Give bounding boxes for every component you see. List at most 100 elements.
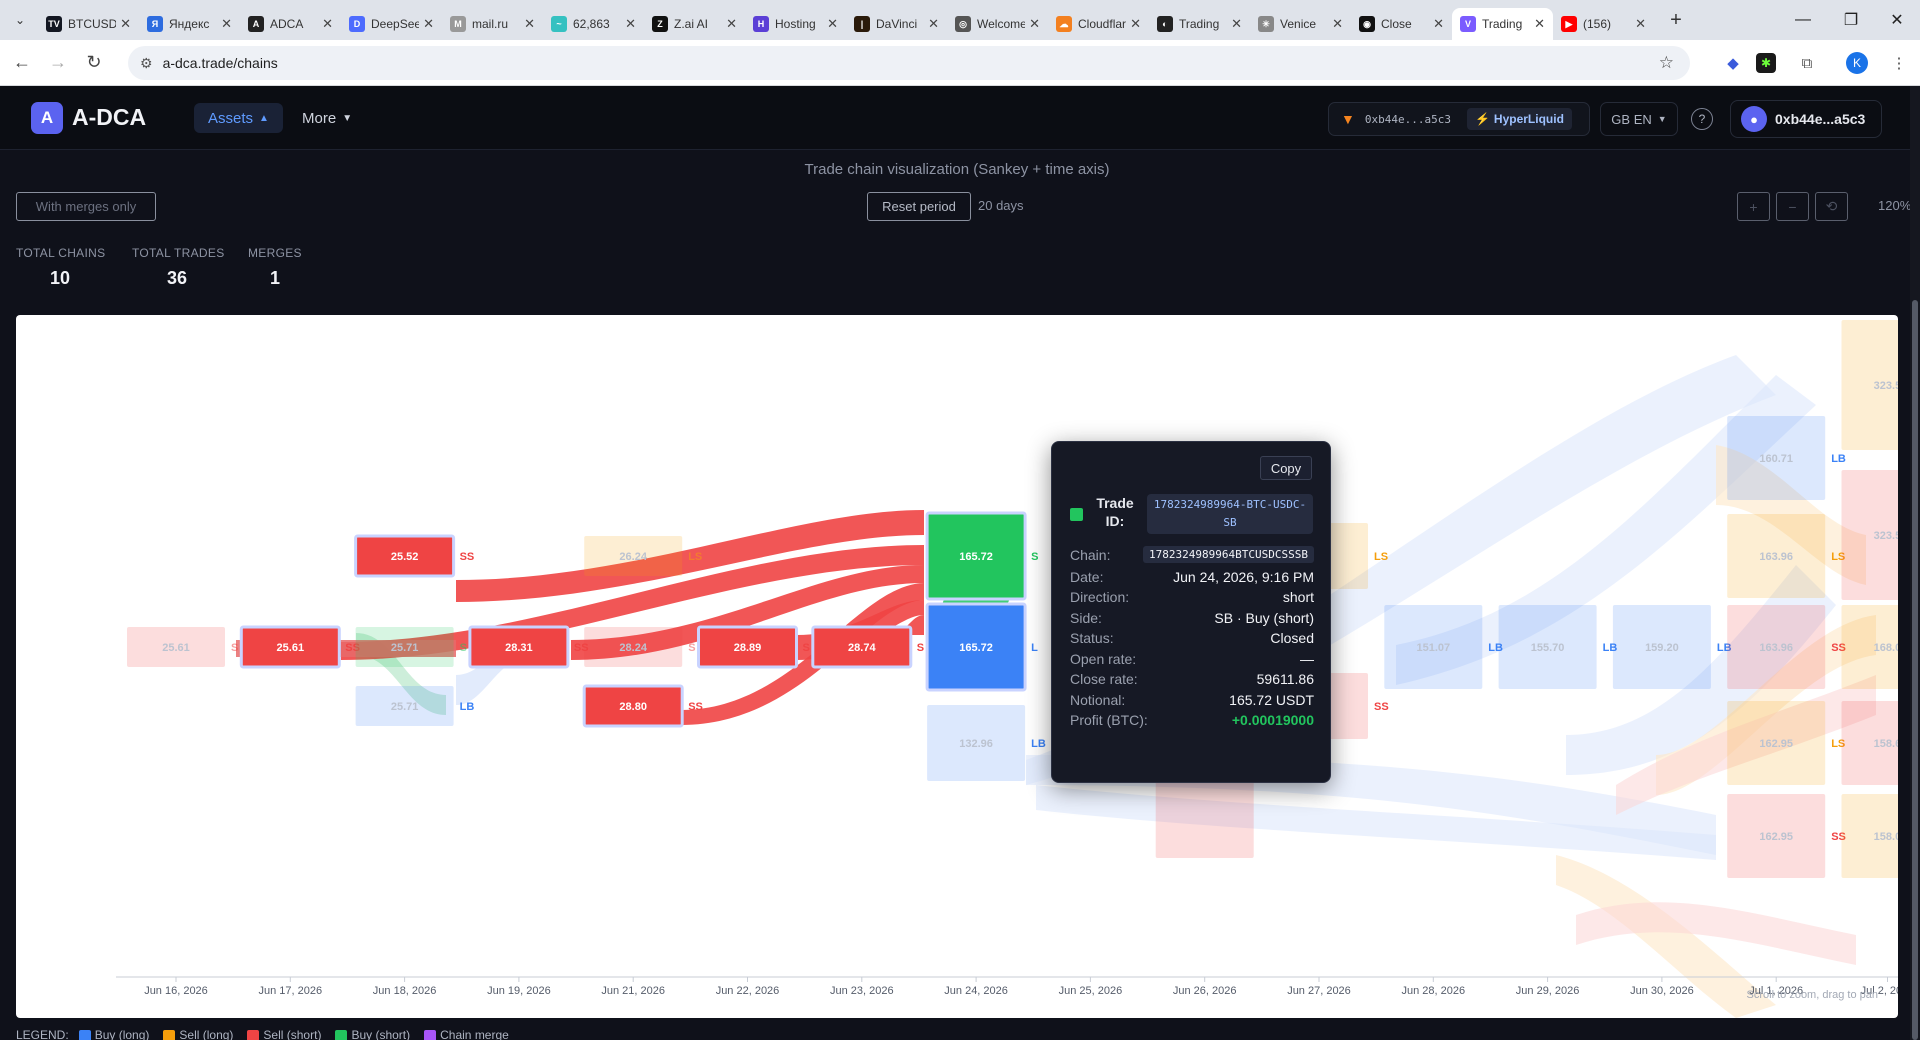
extensions-puzzle-icon[interactable]: ⧉ [1794, 50, 1820, 76]
tab-close-icon[interactable]: ✕ [827, 16, 838, 32]
forward-icon[interactable]: → [40, 45, 76, 81]
chart-node-tag: LB [1031, 738, 1046, 750]
profile-avatar[interactable]: K [1846, 52, 1868, 74]
browser-tab[interactable]: ◎ Welcome ✕ [947, 8, 1048, 40]
zoom-out-button[interactable]: − [1776, 192, 1809, 221]
x-axis-tick-label: Jun 18, 2026 [373, 985, 437, 997]
chart-node[interactable]: 168.05 [1841, 605, 1899, 689]
chart-node[interactable]: 165.72 L [925, 602, 1038, 692]
tab-close-icon[interactable]: ✕ [1635, 16, 1646, 32]
help-icon[interactable]: ? [1691, 108, 1713, 130]
wallet-pill[interactable]: ▼ 0xb44e...a5c3 ⚡ HyperLiquid [1328, 102, 1590, 136]
chart-node[interactable]: 25.52 SS [354, 534, 475, 578]
browser-tab[interactable]: ~62,863 ✕ [543, 8, 644, 40]
chart-node[interactable]: 162.95 SS [1727, 794, 1846, 878]
tab-close-icon[interactable]: ✕ [1130, 16, 1141, 32]
tab-search-icon[interactable]: ⌄ [8, 8, 32, 32]
extension-green-icon[interactable]: ✱ [1756, 53, 1776, 73]
chart-node[interactable]: 165.72 S [925, 511, 1038, 601]
tab-close-icon[interactable]: ✕ [423, 16, 434, 32]
tab-close-icon[interactable]: ✕ [1332, 16, 1343, 32]
tab-close-icon[interactable]: ✕ [625, 16, 636, 32]
page-scrollbar-thumb[interactable] [1912, 300, 1918, 1040]
tab-close-icon[interactable]: ✕ [524, 16, 535, 32]
browser-tab[interactable]: Z Z.ai AI ✕ [644, 8, 745, 40]
bookmark-star-icon[interactable]: ☆ [1659, 53, 1674, 73]
back-icon[interactable]: ← [4, 45, 40, 81]
legend-label: Chain merge [440, 1028, 509, 1040]
tab-close-icon[interactable]: ✕ [1231, 16, 1242, 32]
chart-node-value: 159.20 [1645, 642, 1679, 654]
network-badge[interactable]: ⚡ HyperLiquid [1466, 108, 1572, 130]
tab-close-icon[interactable]: ✕ [726, 16, 737, 32]
url-field[interactable]: ⚙ a-dca.trade/chains ☆ [128, 46, 1690, 80]
sankey-chart[interactable]: 25.61 S 25.61 SS 25.52 SS 25.71 S 25.71 LB 28.31 SS… [16, 315, 1898, 1018]
merges-only-toggle[interactable]: With merges only [16, 192, 156, 221]
caret-down-icon: ▼ [342, 112, 353, 124]
tab-close-icon[interactable]: ✕ [1029, 16, 1040, 32]
chart-node[interactable]: 155.70 LB [1498, 605, 1618, 689]
browser-tab[interactable]: V Trading ✕ [1452, 8, 1553, 40]
chart-node-value: 160.71 [1759, 453, 1793, 465]
trade-id-value[interactable]: 1782324989964-BTC-USDC-SB [1147, 494, 1313, 534]
restore-icon[interactable]: ❐ [1828, 0, 1874, 40]
x-axis-tick-label: Jun 19, 2026 [487, 985, 551, 997]
chart-node[interactable]: 25.71 S [355, 627, 467, 667]
tab-close-icon[interactable]: ✕ [1534, 16, 1545, 32]
chart-node[interactable]: 158.05 [1841, 794, 1899, 878]
tab-close-icon[interactable]: ✕ [322, 16, 333, 32]
browser-tab[interactable]: Я Яндекс ✕ [139, 8, 240, 40]
chart-node[interactable]: 28.24 S [584, 627, 696, 667]
browser-tab[interactable]: D DeepSeek✕ [341, 8, 442, 40]
new-tab-button[interactable]: + [1662, 6, 1690, 34]
browser-tab[interactable]: | DaVinci ✕ [846, 8, 947, 40]
chart-node-value: 323.58 [1874, 380, 1898, 392]
browser-tab[interactable]: TV BTCUSD ✕ [38, 8, 139, 40]
site-info-icon[interactable]: ⚙ [140, 55, 153, 72]
stat-label: MERGES [248, 246, 302, 260]
nav-more-button[interactable]: More ▼ [290, 103, 364, 133]
chart-node[interactable]: 25.61 S [127, 627, 238, 667]
browser-tab[interactable]: ✳ Venice ✕ [1250, 8, 1351, 40]
browser-tab[interactable]: Mmail.ru ✕ [442, 8, 543, 40]
browser-tab[interactable]: ☁ Cloudflare✕ [1048, 8, 1149, 40]
browser-tab[interactable]: H Hosting ✕ [745, 8, 846, 40]
zoom-level: 120% [1878, 198, 1912, 213]
tab-close-icon[interactable]: ✕ [1433, 16, 1444, 32]
zoom-in-button[interactable]: + [1737, 192, 1770, 221]
logo-badge[interactable]: A [31, 102, 63, 134]
copy-button[interactable]: Copy [1260, 456, 1312, 480]
hosting-icon: H [753, 16, 769, 32]
tooltip-row-value[interactable]: 1782324989964BTCUSDCSSSB [1143, 546, 1314, 563]
chart-node[interactable]: 323.58 [1841, 470, 1899, 600]
x-axis-tick-label: Jun 24, 2026 [944, 985, 1008, 997]
chart-node[interactable]: 28.89 S [697, 625, 810, 669]
tab-close-icon[interactable]: ✕ [221, 16, 232, 32]
chart-node[interactable]: 160.71 LB [1727, 416, 1846, 500]
tab-close-icon[interactable]: ✕ [120, 16, 131, 32]
zoom-reset-button[interactable]: ⟲ [1815, 192, 1848, 221]
tab-close-icon[interactable]: ✕ [928, 16, 939, 32]
extension-icon[interactable]: ◆ [1720, 50, 1746, 76]
browser-tab[interactable]: ◉ Close ✕ [1351, 8, 1452, 40]
x-axis-tick-label: Jun 28, 2026 [1401, 985, 1465, 997]
chart-node[interactable]: 323.58 [1841, 320, 1899, 450]
chart-node[interactable]: 28.74 S [811, 625, 924, 669]
nav-assets-button[interactable]: Assets ▲ [194, 103, 283, 133]
logo-text[interactable]: A-DCA [72, 104, 146, 131]
close-window-icon[interactable]: ✕ [1874, 0, 1920, 40]
minimize-icon[interactable]: — [1780, 0, 1826, 40]
chart-node[interactable]: 158.63 [1841, 701, 1899, 785]
browser-tab[interactable]: A ADCA ✕ [240, 8, 341, 40]
reload-icon[interactable]: ↻ [76, 45, 112, 81]
language-select[interactable]: GB EN ▼ [1600, 102, 1678, 136]
user-menu-button[interactable]: ● 0xb44e...a5c3 [1730, 100, 1882, 138]
reset-period-button[interactable]: Reset period [867, 192, 971, 221]
tooltip-row: Open rate: — [1070, 651, 1314, 667]
browser-tab[interactable]: ▶ (156) ✕ [1553, 8, 1654, 40]
chart-node[interactable]: 28.31 SS [468, 625, 589, 669]
tab-title: Trading [1482, 17, 1523, 31]
browser-menu-icon[interactable]: ⋮ [1886, 50, 1912, 76]
browser-tab[interactable]: ◐ Trading ✕ [1149, 8, 1250, 40]
sankey-svg[interactable]: 25.61 S 25.61 SS25.52 SS25.71 S25.71 LB28.31 SS… [16, 315, 1898, 1018]
